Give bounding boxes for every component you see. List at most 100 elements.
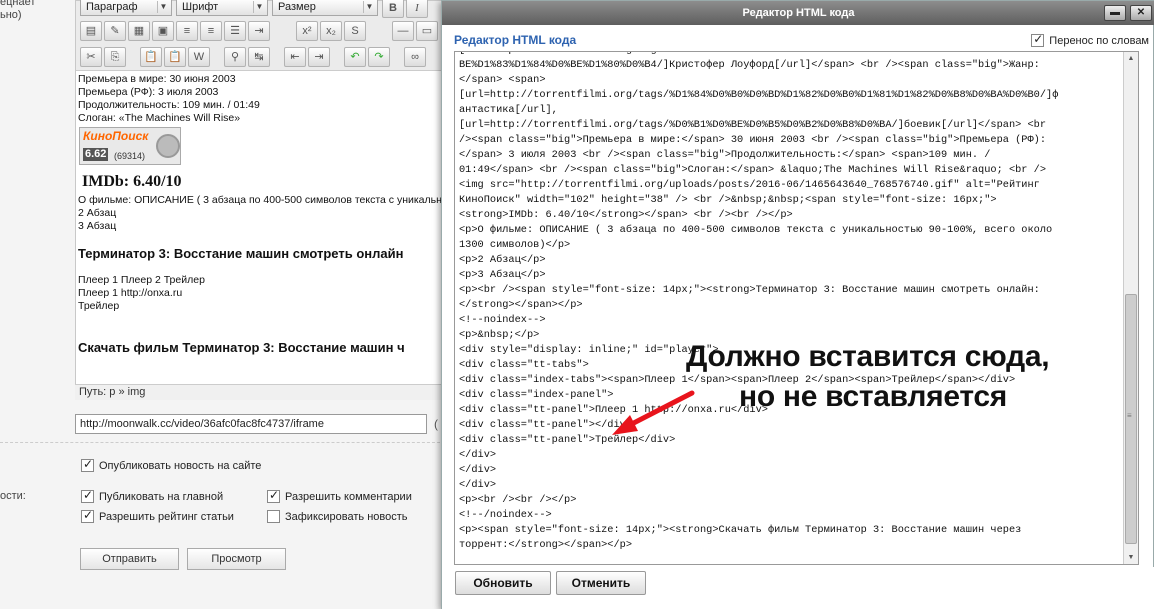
word-wrap-checkbox[interactable] [1031, 32, 1045, 47]
update-button[interactable]: Обновить [455, 571, 551, 595]
arrow-shaft [623, 390, 695, 430]
html-code-text: [url=http://torrentfilmi.org/tags/%D0%9A… [459, 52, 1071, 551]
word-wrap-option[interactable]: Перенос по словам [1031, 32, 1149, 47]
slogan: Слоган: «The Machines Will Rise» [78, 112, 241, 124]
editor-content[interactable]: Премьера в мире: 30 июня 2003 Премьера (… [78, 73, 444, 383]
align-right-icon[interactable]: ≡ [200, 21, 222, 41]
code-scrollbar[interactable]: ▲ ≡ ▼ [1123, 52, 1138, 564]
divider [0, 442, 445, 443]
minimize-button[interactable]: ▬ [1104, 5, 1126, 21]
minimize-icon: ▬ [1110, 7, 1120, 18]
allow-comments-option[interactable]: Разрешить комментарии [267, 488, 412, 503]
allow-comments-label: Разрешить комментарии [285, 490, 412, 503]
dialog-title: Редактор HTML кода [742, 7, 855, 19]
chevron-down-icon: ▼ [253, 1, 265, 13]
wysiwyg-editor: Параграф ▼ Шрифт ▼ Размер ▼ B I ▤ ✎ ▦ ▣ ≡ ≡… [75, 0, 446, 400]
scroll-down-icon[interactable]: ▼ [1124, 551, 1138, 564]
paragraph-2: 2 Абзац [78, 207, 117, 219]
word-wrap-label: Перенос по словам [1049, 34, 1149, 47]
close-button[interactable]: ✕ [1130, 5, 1152, 21]
indent-icon[interactable]: ⇥ [308, 47, 330, 67]
align-left-icon[interactable]: ≡ [176, 21, 198, 41]
annotation-line-1: Должно вставится сюда, [686, 340, 1050, 373]
font-select-label: Шрифт [182, 1, 219, 13]
copy-icon[interactable]: ⎘ [104, 47, 126, 67]
film-reel-icon [156, 134, 180, 158]
paste-word-icon[interactable]: W [188, 47, 210, 67]
font-select[interactable]: Шрифт ▼ [176, 0, 268, 16]
options-label: ости: [0, 490, 26, 502]
publish-main-option[interactable]: Публиковать на главной [81, 488, 223, 503]
allow-rating-option[interactable]: Разрешить рейтинг статьи [81, 508, 234, 523]
find-icon[interactable]: ⚲ [224, 47, 246, 67]
publish-site-label: Опубликовать новость на сайте [99, 459, 262, 472]
link-icon[interactable]: ∞ [404, 47, 426, 67]
html-editor-dialog: Редактор HTML кода ▬ ✕ Редактор HTML код… [441, 0, 1154, 609]
cut-icon[interactable]: ✂ [80, 47, 102, 67]
hr-icon[interactable]: ― [392, 21, 414, 41]
html-code-textarea[interactable]: [url=http://torrentfilmi.org/tags/%D0%9A… [454, 51, 1139, 565]
publish-site-option[interactable]: Опубликовать новость на сайте [81, 457, 262, 472]
player-tabs-text: Плеер 1 Плеер 2 Трейлер [78, 274, 205, 286]
preview-button[interactable]: Просмотр [187, 548, 286, 570]
send-button[interactable]: Отправить [80, 548, 179, 570]
publish-main-checkbox[interactable] [81, 488, 94, 503]
image-icon[interactable]: ▣ [152, 21, 174, 41]
grip-icon: ≡ [1127, 411, 1132, 420]
kinopoisk-rating: 6.62 [83, 148, 109, 161]
edit-icon[interactable]: ✎ [104, 21, 126, 41]
kinopoisk-votes: (69314) [114, 151, 146, 161]
video-url-input[interactable]: http://moonwalk.cc/video/36afc0fac8fc473… [75, 414, 427, 434]
cut-label-1: ецнает [0, 0, 36, 8]
imdb-rating: IMDb: 6.40/10 [82, 173, 182, 190]
bold-button[interactable]: B [382, 0, 404, 18]
undo-icon[interactable]: ↶ [344, 47, 366, 67]
arrow-head [612, 415, 638, 435]
table-icon[interactable]: ▦ [128, 21, 150, 41]
subscript-icon[interactable]: x₂ [320, 21, 342, 41]
paragraph-3: 3 Абзац [78, 220, 117, 232]
scroll-up-icon[interactable]: ▲ [1124, 52, 1138, 66]
cancel-button[interactable]: Отменить [556, 571, 646, 595]
chevron-down-icon: ▼ [157, 1, 169, 13]
indent-icon[interactable]: ⇥ [248, 21, 270, 41]
player-1-text: Плеер 1 http://onxa.ru [78, 287, 183, 299]
pin-news-label: Зафиксировать новость [285, 510, 408, 523]
replace-icon[interactable]: ↹ [248, 47, 270, 67]
close-icon: ✕ [1136, 7, 1146, 18]
left-panel: ецнает ьно) [0, 0, 75, 609]
allow-rating-checkbox[interactable] [81, 508, 94, 523]
kinopoisk-name: КиноПоиск [83, 129, 149, 143]
source-icon[interactable]: ▤ [80, 21, 102, 41]
annotation-line-2: но не вставляется [739, 380, 1007, 413]
size-select[interactable]: Размер ▼ [272, 0, 378, 16]
strike-icon[interactable]: S [344, 21, 366, 41]
pin-news-option[interactable]: Зафиксировать новость [267, 510, 408, 523]
publish-site-checkbox[interactable] [81, 457, 94, 472]
dialog-titlebar[interactable]: Редактор HTML кода ▬ ✕ [442, 1, 1154, 25]
duration: Продолжительность: 109 мин. / 01:49 [78, 99, 260, 111]
outdent-icon[interactable]: ⇤ [284, 47, 306, 67]
pin-news-checkbox[interactable] [267, 510, 280, 523]
superscript-icon[interactable]: x² [296, 21, 318, 41]
chevron-down-icon: ▼ [363, 1, 375, 13]
allow-comments-checkbox[interactable] [267, 488, 280, 503]
description: О фильме: ОПИСАНИЕ ( 3 абзаца по 400-500… [78, 194, 442, 206]
heading-download: Скачать фильм Терминатор 3: Восстание ма… [78, 340, 405, 355]
paste-icon[interactable]: 📋 [140, 47, 162, 67]
allow-rating-label: Разрешить рейтинг статьи [99, 510, 234, 523]
paragraph-select[interactable]: Параграф ▼ [80, 0, 172, 16]
frame-icon[interactable]: ▭ [416, 21, 438, 41]
cut-label-2: ьно) [0, 9, 22, 21]
redo-icon[interactable]: ↷ [368, 47, 390, 67]
annotation-arrow-icon [612, 390, 695, 435]
premiere-world: Премьера в мире: 30 июня 2003 [78, 73, 236, 85]
editor-toolbar: Параграф ▼ Шрифт ▼ Размер ▼ B I ▤ ✎ ▦ ▣ ≡ ≡… [76, 0, 446, 71]
italic-button[interactable]: I [406, 0, 428, 18]
kinopoisk-badge: КиноПоиск 6.62 (69314) [79, 127, 181, 165]
list-icon[interactable]: ☰ [224, 21, 246, 41]
paste-text-icon[interactable]: 📋 [164, 47, 186, 67]
paragraph-select-label: Параграф [86, 1, 138, 13]
url-suffix: ( [434, 417, 438, 431]
screen-root: ецнает ьно) Параграф ▼ Шрифт ▼ Размер ▼ B I… [0, 0, 1154, 609]
